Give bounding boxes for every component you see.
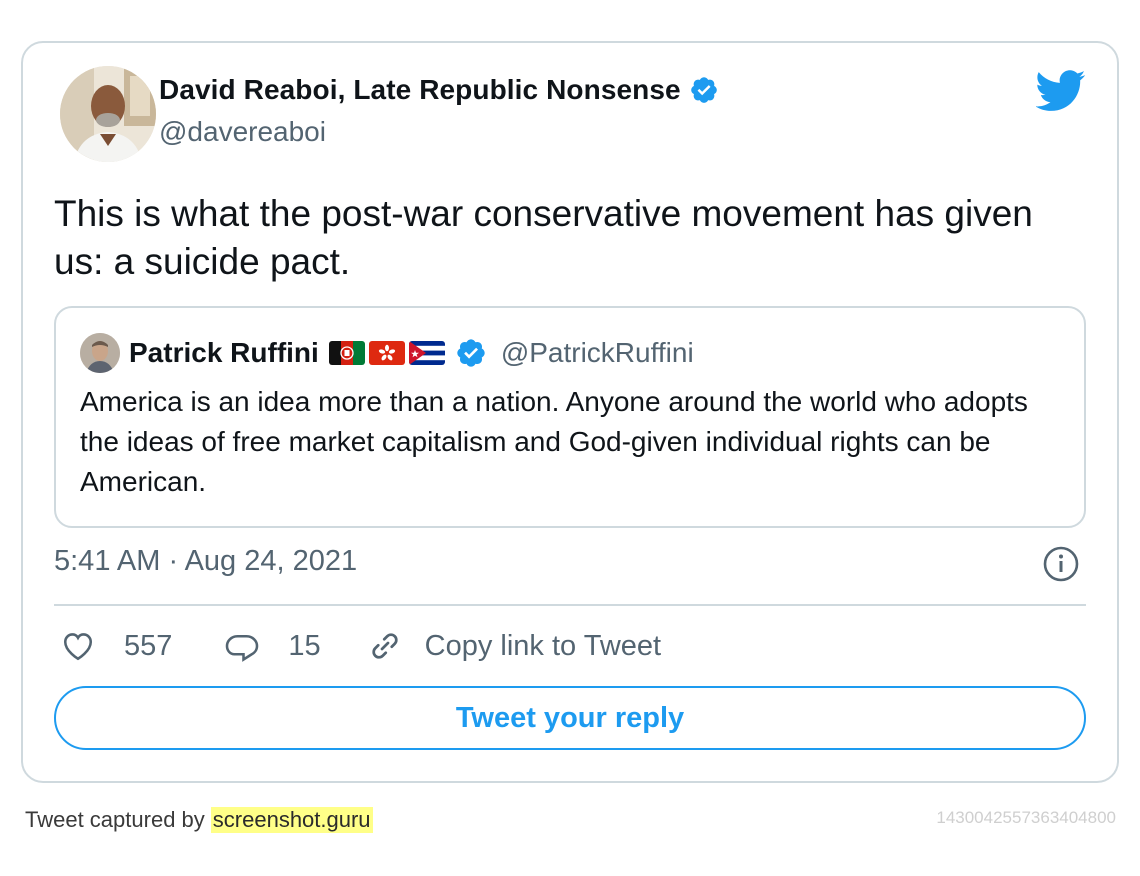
reply-button[interactable]: 15 <box>224 628 321 664</box>
quoted-verified-badge-icon <box>455 337 487 369</box>
author-handle[interactable]: @davereaboi <box>159 116 326 148</box>
afghanistan-flag-icon <box>328 341 365 365</box>
author-display-name[interactable]: David Reaboi, Late Republic Nonsense <box>159 74 681 106</box>
hong-kong-flag-icon <box>368 341 405 365</box>
cuba-flag-icon <box>408 341 445 365</box>
tweet-reply-button[interactable]: Tweet your reply <box>54 686 1086 750</box>
quoted-author-row: Patrick Ruffini @PatrickRuffini <box>129 334 694 372</box>
twitter-bird-icon[interactable] <box>1035 70 1086 112</box>
capture-site-link[interactable]: screenshot.guru <box>210 807 373 833</box>
capture-credit: Tweet captured by screenshot.guru <box>25 807 373 833</box>
quoted-author-avatar[interactable] <box>80 333 120 373</box>
link-icon <box>372 633 398 659</box>
info-icon[interactable] <box>1043 546 1079 582</box>
author-avatar[interactable] <box>60 66 156 162</box>
tweet-timestamp[interactable]: 5:41 AM · Aug 24, 2021 <box>54 545 357 578</box>
like-count: 557 <box>124 629 173 662</box>
tweet-id: 1430042557363404800 <box>936 808 1116 827</box>
reply-count: 15 <box>288 629 321 662</box>
like-button[interactable]: 557 <box>60 628 172 664</box>
copy-link-label: Copy link to Tweet <box>424 629 662 662</box>
quoted-tweet-text: America is an idea more than a nation. A… <box>80 386 1028 497</box>
divider <box>54 604 1086 606</box>
tweet-text: This is what the post-war conservative m… <box>54 193 1033 282</box>
copy-link-button[interactable]: Copy link to Tweet <box>367 628 661 664</box>
reply-bubble-icon <box>226 634 259 662</box>
capture-credit-prefix: Tweet captured by <box>25 807 205 832</box>
verified-badge-icon <box>689 75 719 105</box>
heart-icon <box>63 633 93 661</box>
quoted-display-name[interactable]: Patrick Ruffini <box>129 337 319 369</box>
author-name-row: David Reaboi, Late Republic Nonsense <box>159 74 719 106</box>
tweet-actions: 557 15 Copy link to Tweet <box>54 624 661 668</box>
quoted-handle[interactable]: @PatrickRuffini <box>501 337 694 369</box>
